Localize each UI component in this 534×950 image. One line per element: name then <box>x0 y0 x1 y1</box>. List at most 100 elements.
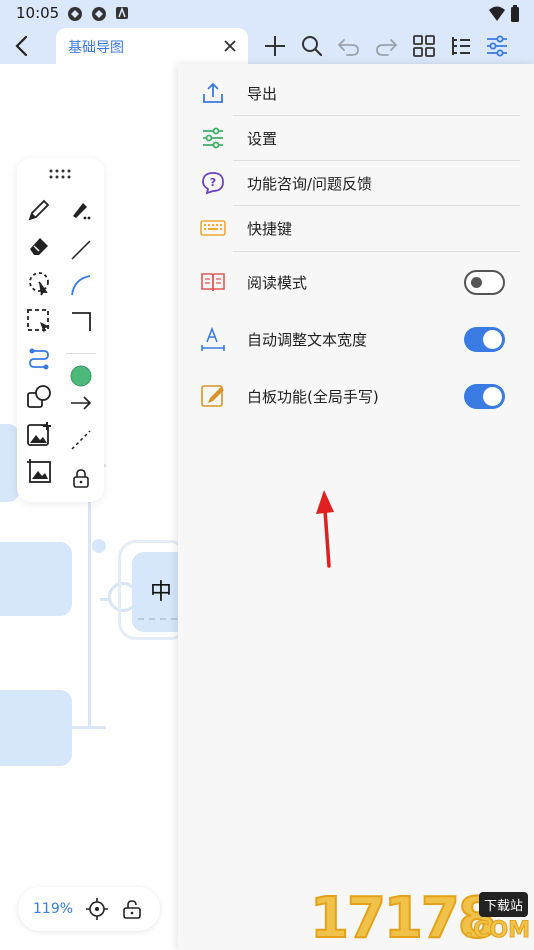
grid-icon <box>413 35 435 57</box>
drawing-tool-palette <box>17 158 104 502</box>
help-icon: ? <box>200 170 226 196</box>
auto-text-width-toggle[interactable] <box>464 327 505 352</box>
menu-item-reading-mode: 阅读模式 <box>178 260 534 305</box>
zoom-level[interactable]: 119% <box>33 901 73 917</box>
select-tool[interactable] <box>24 306 54 336</box>
site-watermark: 17178 下载站 .COM <box>309 884 532 950</box>
add-button[interactable] <box>261 32 289 60</box>
sync-notification-icon-2 <box>92 7 106 21</box>
arc-icon <box>71 275 91 296</box>
redo-icon <box>376 39 398 56</box>
arrow-tool[interactable] <box>66 388 96 418</box>
menu-divider <box>233 251 520 252</box>
battery-icon <box>511 5 519 22</box>
central-node-text: 中 <box>150 580 173 605</box>
locate-center-button[interactable] <box>86 898 108 920</box>
sliders-icon <box>487 35 507 57</box>
whiteboard-icon <box>200 383 226 409</box>
elbow-line-icon <box>72 312 91 331</box>
app-notification-icon <box>116 6 128 19</box>
menu-item-label: 功能咨询/问题反馈 <box>247 175 373 193</box>
layout-button[interactable] <box>410 32 438 60</box>
close-tab-button[interactable] <box>220 36 240 56</box>
lock-tool[interactable] <box>66 463 96 493</box>
settings-panel: 导出 设置 ? 功能咨询/问题反馈 快捷键 阅读模式 自动调整文本宽度 白板功能… <box>178 64 534 950</box>
redo-button[interactable] <box>372 32 400 60</box>
connector-tool[interactable] <box>24 344 54 374</box>
lock-icon <box>73 469 89 488</box>
menu-item-settings[interactable]: 设置 <box>178 116 534 161</box>
lasso-icon <box>29 272 49 296</box>
chevron-left-icon <box>15 35 28 57</box>
menu-item-label: 阅读模式 <box>247 274 308 292</box>
close-icon <box>224 40 236 52</box>
undo-icon <box>337 39 359 56</box>
wifi-icon <box>489 6 505 21</box>
search-button[interactable] <box>298 32 326 60</box>
drag-dots-icon <box>49 169 71 179</box>
watermark-badge: 下载站 <box>478 892 528 917</box>
image-frame-icon <box>27 459 51 483</box>
connector-icon <box>29 348 49 370</box>
dashed-line-icon <box>71 430 91 450</box>
menu-item-feedback[interactable]: ? 功能咨询/问题反馈 <box>178 161 534 206</box>
lock-canvas-button[interactable] <box>122 898 144 920</box>
watermark-suffix: .COM <box>464 918 530 944</box>
palette-drag-handle[interactable] <box>45 164 75 184</box>
crosshair-icon <box>86 898 108 920</box>
toggle-knob <box>471 277 482 288</box>
annotation-arrow <box>316 490 334 568</box>
eraser-icon <box>30 238 48 255</box>
connector-line <box>70 726 106 729</box>
status-system-icons <box>488 5 520 23</box>
settings-panel-button[interactable] <box>483 32 511 60</box>
back-button[interactable] <box>8 32 36 60</box>
menu-item-export[interactable]: 导出 <box>178 71 534 116</box>
menu-item-label: 快捷键 <box>247 220 293 238</box>
document-tab-title: 基础导图 <box>68 40 124 56</box>
keyboard-icon <box>200 215 226 241</box>
elbow-line-tool[interactable] <box>66 307 96 337</box>
add-image-icon <box>27 422 51 446</box>
outline-button[interactable] <box>446 32 474 60</box>
green-color-swatch-icon <box>70 365 92 387</box>
document-tab[interactable]: 基础导图 <box>56 28 248 64</box>
color-picker[interactable] <box>66 361 96 391</box>
status-time: 10:05 <box>16 4 60 22</box>
arc-tool[interactable] <box>66 270 96 300</box>
undo-button[interactable] <box>335 32 363 60</box>
dashed-line-tool[interactable] <box>66 425 96 455</box>
pen-icon <box>28 199 50 221</box>
shape-tool[interactable] <box>24 382 54 412</box>
reading-mode-toggle[interactable] <box>464 270 505 295</box>
branch-node[interactable] <box>0 690 72 766</box>
status-notification-icons <box>66 5 130 23</box>
eraser-tool[interactable] <box>24 231 54 261</box>
pen-tool[interactable] <box>24 195 54 225</box>
toggle-knob <box>483 330 502 349</box>
sync-notification-icon <box>68 7 82 21</box>
menu-item-label: 设置 <box>247 130 278 148</box>
menu-item-label: 白板功能(全局手写) <box>247 388 379 406</box>
line-tool[interactable] <box>66 235 96 265</box>
svg-text:?: ? <box>210 176 216 189</box>
menu-item-label: 导出 <box>247 85 278 103</box>
shapes-icon <box>27 385 51 408</box>
line-icon <box>71 240 91 260</box>
insert-image-tool[interactable] <box>24 419 54 449</box>
menu-item-whiteboard: 白板功能(全局手写) <box>178 374 534 419</box>
zoom-bar: 119% <box>18 887 160 931</box>
search-icon <box>302 36 323 57</box>
toggle-knob <box>483 387 502 406</box>
collapse-handle[interactable] <box>92 539 106 553</box>
outline-tree-icon <box>452 37 470 55</box>
whiteboard-toggle[interactable] <box>464 384 505 409</box>
branch-node[interactable] <box>0 542 72 616</box>
text-width-icon <box>200 326 226 352</box>
image-crop-tool[interactable] <box>24 456 54 486</box>
export-icon <box>200 80 226 106</box>
menu-item-shortcuts[interactable]: 快捷键 <box>178 206 534 251</box>
lasso-tool[interactable] <box>24 268 54 298</box>
marker-tool[interactable] <box>66 195 96 225</box>
menu-item-label: 自动调整文本宽度 <box>247 331 368 349</box>
